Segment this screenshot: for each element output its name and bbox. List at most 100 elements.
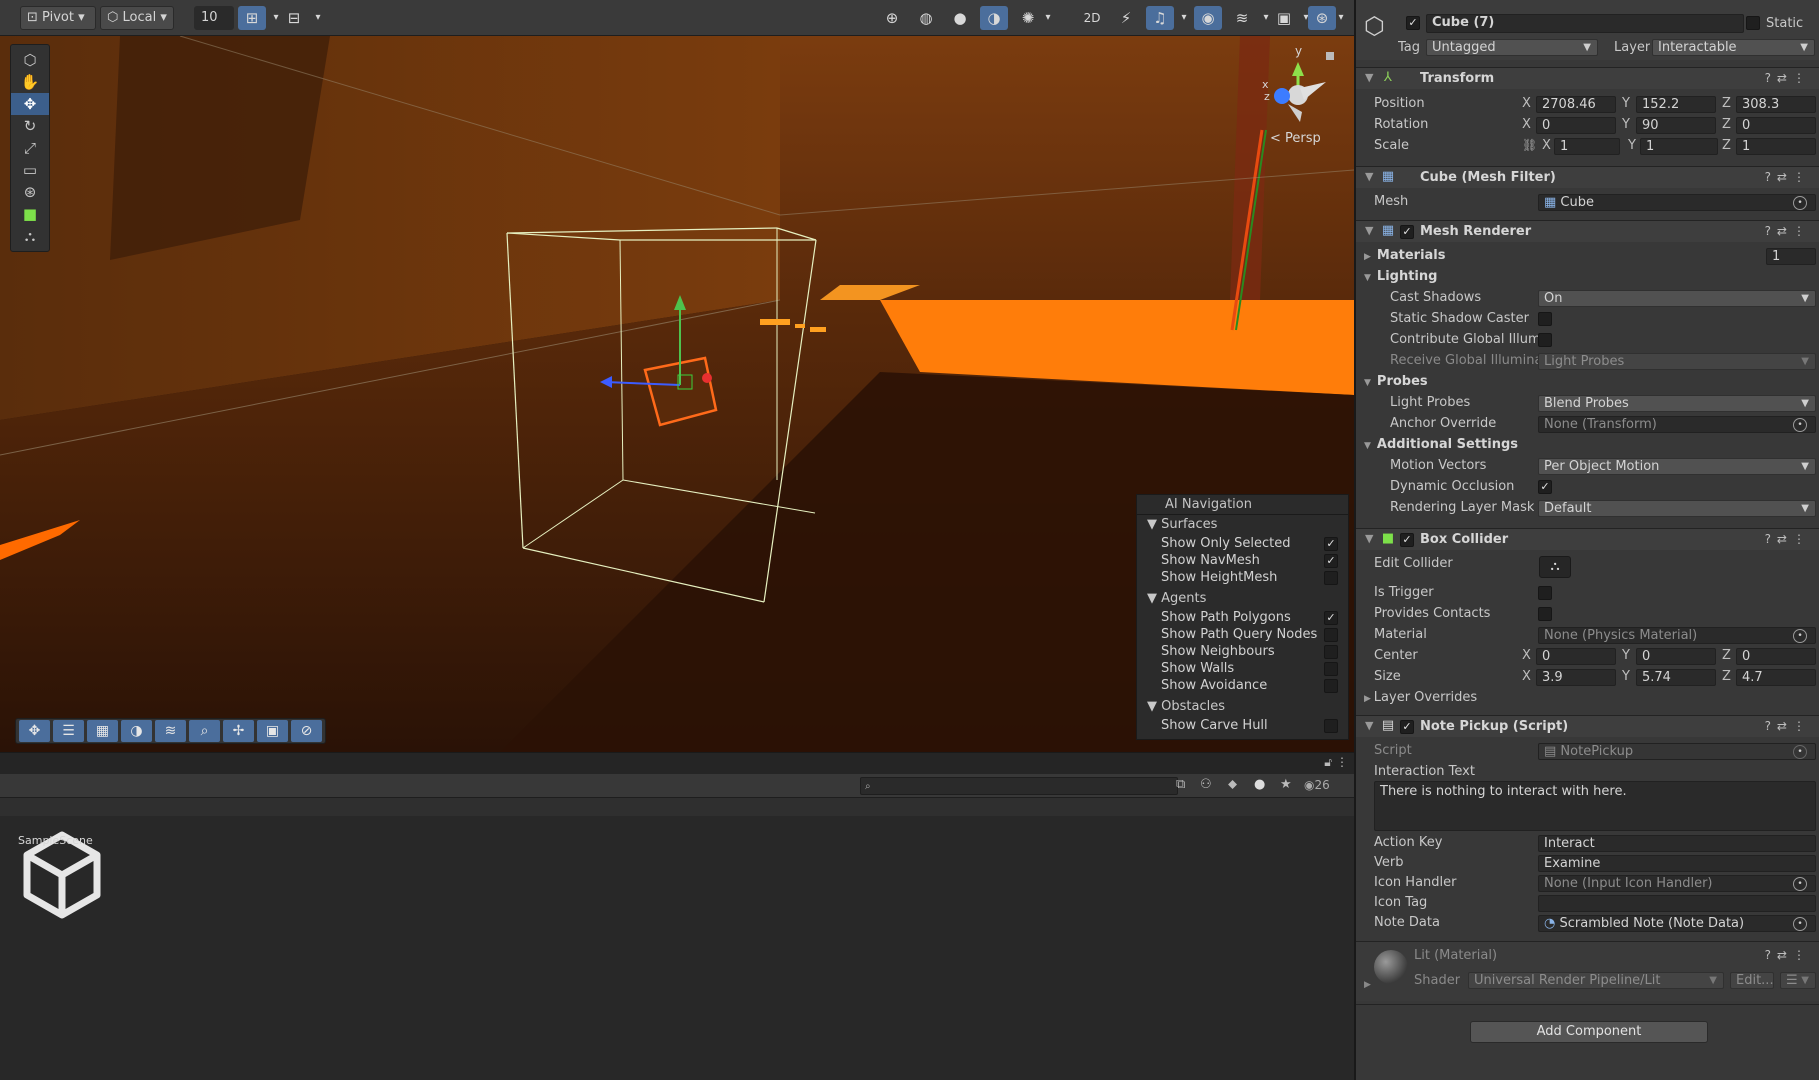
show-navmesh-row[interactable]: Show NavMesh ✓ bbox=[1137, 552, 1348, 569]
scene-visibility-icon[interactable]: ◉ bbox=[1194, 6, 1222, 30]
object-name-field[interactable]: Cube (7) bbox=[1426, 14, 1744, 33]
anchor-override-field[interactable]: None (Transform) • bbox=[1538, 416, 1816, 433]
position-x-field[interactable]: 2708.46 bbox=[1536, 96, 1616, 113]
grid-size-field[interactable]: 10 bbox=[194, 6, 234, 30]
nav-mesh-icon[interactable]: ▦ bbox=[87, 720, 118, 742]
edit-collider-tool-icon[interactable]: ⛬ bbox=[11, 225, 49, 247]
wireframe-icon[interactable]: ◍ bbox=[912, 6, 940, 30]
component-actions[interactable]: ?⇄⋮ bbox=[1765, 532, 1811, 546]
axis-y-label[interactable]: Y bbox=[1628, 138, 1636, 153]
axis-z-label[interactable]: Z bbox=[1722, 648, 1731, 663]
nav-search-icon[interactable]: ⌕ bbox=[189, 720, 220, 742]
show-carve-hull-checkbox[interactable] bbox=[1324, 719, 1338, 733]
tag-dropdown[interactable]: Untagged ▼ bbox=[1426, 39, 1598, 56]
layer-dropdown[interactable]: Interactable ▼ bbox=[1652, 39, 1815, 56]
show-heightmesh-row[interactable]: Show HeightMesh bbox=[1137, 569, 1348, 586]
lock-icon[interactable]: 🔓︎ bbox=[1324, 755, 1332, 770]
obstacles-section[interactable]: ▼ Obstacles bbox=[1137, 697, 1348, 717]
action-key-field[interactable]: Interact bbox=[1538, 835, 1816, 852]
show-path-polygons-checkbox[interactable]: ✓ bbox=[1324, 611, 1338, 625]
cast-shadows-dropdown[interactable]: On ▼ bbox=[1538, 290, 1816, 307]
interaction-text-area[interactable]: There is nothing to interact with here. bbox=[1374, 781, 1816, 831]
mesh-renderer-enabled-checkbox[interactable]: ✓ bbox=[1400, 225, 1414, 239]
gizmo-y-label[interactable]: y bbox=[1295, 44, 1302, 58]
lighting-row[interactable]: Lighting bbox=[1356, 269, 1819, 287]
materials-count-field[interactable]: 1 bbox=[1766, 248, 1816, 265]
axis-x-label[interactable]: X bbox=[1522, 669, 1531, 684]
icon-tag-field[interactable] bbox=[1538, 895, 1816, 912]
collider-material-field[interactable]: None (Physics Material) • bbox=[1538, 627, 1816, 644]
scale-x-field[interactable]: 1 bbox=[1554, 138, 1620, 155]
foldout-arrow-icon[interactable]: ▼ bbox=[1365, 170, 1373, 183]
light-probes-dropdown[interactable]: Blend Probes ▼ bbox=[1538, 395, 1816, 412]
show-walls-row[interactable]: Show Walls bbox=[1137, 660, 1348, 677]
draw-mode-icon[interactable]: ⊕ bbox=[878, 6, 906, 30]
surfaces-section[interactable]: ▼ Surfaces bbox=[1137, 515, 1348, 535]
axis-x-label[interactable]: X bbox=[1522, 117, 1531, 132]
projection-toggle[interactable]: < Persp bbox=[1270, 131, 1321, 146]
nav-agent-icon[interactable]: ✢ bbox=[223, 720, 254, 742]
constrain-proportions-icon[interactable]: ⛓ bbox=[1522, 138, 1537, 152]
component-actions[interactable]: ?⇄⋮ bbox=[1765, 170, 1811, 184]
materials-foldout[interactable]: Materials bbox=[1364, 248, 1446, 263]
scene-view[interactable]: y x z < Persp ⊡ Pivot ▾ ⬡ Local ▾ 10 ⊞ ▾… bbox=[0, 0, 1354, 752]
axis-y-label[interactable]: Y bbox=[1622, 669, 1630, 684]
object-picker-icon[interactable]: • bbox=[1793, 877, 1807, 891]
note-pickup-enabled-checkbox[interactable]: ✓ bbox=[1400, 720, 1414, 734]
show-navmesh-checkbox[interactable]: ✓ bbox=[1324, 554, 1338, 568]
2d-toggle-icon[interactable]: 2D bbox=[1078, 6, 1106, 30]
shaded-wireframe-icon[interactable]: ◑ bbox=[980, 6, 1008, 30]
component-actions[interactable]: ?⇄⋮ bbox=[1765, 71, 1811, 85]
rotation-x-field[interactable]: 0 bbox=[1536, 117, 1616, 134]
axis-y-label[interactable]: Y bbox=[1622, 648, 1630, 663]
rotate-tool-icon[interactable]: ↻ bbox=[11, 115, 49, 137]
axis-z-label[interactable]: Z bbox=[1722, 669, 1731, 684]
axis-z-label[interactable]: Z bbox=[1722, 138, 1731, 153]
show-avoidance-checkbox[interactable] bbox=[1324, 679, 1338, 693]
search-by-label-icon[interactable]: ⚇ bbox=[1200, 777, 1212, 792]
foldout-arrow-icon[interactable]: ▼ bbox=[1365, 224, 1373, 237]
icon-handler-field[interactable]: None (Input Icon Handler) • bbox=[1538, 875, 1816, 892]
object-picker-icon[interactable]: • bbox=[1793, 917, 1807, 931]
transform-tool-icon[interactable]: ⊛ bbox=[11, 181, 49, 203]
tag-icon[interactable]: ⬥ bbox=[1228, 777, 1237, 792]
rotation-y-field[interactable]: 90 bbox=[1636, 117, 1716, 134]
show-avoidance-row[interactable]: Show Avoidance bbox=[1137, 677, 1348, 694]
object-picker-icon[interactable]: • bbox=[1793, 418, 1807, 432]
search-by-type-icon[interactable]: ⧉ bbox=[1176, 777, 1185, 792]
rotation-z-field[interactable]: 0 bbox=[1736, 117, 1816, 134]
nav-compass-icon[interactable]: ⊘ bbox=[291, 720, 322, 742]
box-collider-header[interactable]: ▼ ■ ✓ Box Collider ?⇄⋮ bbox=[1356, 528, 1819, 550]
nav-bake-icon[interactable]: ☰ bbox=[53, 720, 84, 742]
asset-item-samplescene[interactable]: SampleScene bbox=[18, 830, 106, 924]
materials-row[interactable]: Materials 1 bbox=[1356, 248, 1819, 266]
nav-camera-icon[interactable]: ▣ bbox=[257, 720, 288, 742]
scale-tool-icon[interactable]: ⤢ bbox=[11, 137, 49, 159]
static-shadow-checkbox[interactable] bbox=[1538, 312, 1552, 326]
size-y-field[interactable]: 5.74 bbox=[1636, 669, 1716, 686]
axis-x-label[interactable]: X bbox=[1522, 96, 1531, 111]
nav-move-icon[interactable]: ✥ bbox=[19, 720, 50, 742]
nav-sphere-icon[interactable]: ◑ bbox=[121, 720, 152, 742]
material-title[interactable]: Lit (Material) bbox=[1414, 948, 1497, 963]
add-component-button[interactable]: Add Component bbox=[1470, 1021, 1708, 1043]
show-only-selected-checkbox[interactable]: ✓ bbox=[1324, 537, 1338, 551]
object-picker-icon[interactable]: • bbox=[1793, 196, 1807, 210]
component-actions[interactable]: ?⇄⋮ bbox=[1765, 948, 1811, 962]
show-walls-checkbox[interactable] bbox=[1324, 662, 1338, 676]
show-path-query-nodes-checkbox[interactable] bbox=[1324, 628, 1338, 642]
foldout-arrow-icon[interactable]: ▼ bbox=[1365, 719, 1373, 732]
static-checkbox[interactable] bbox=[1746, 16, 1760, 30]
provides-contacts-checkbox[interactable] bbox=[1538, 607, 1552, 621]
rect-tool-icon[interactable]: ▭ bbox=[11, 159, 49, 181]
axis-z-label[interactable]: Z bbox=[1722, 96, 1731, 111]
box-collider-enabled-checkbox[interactable]: ✓ bbox=[1400, 533, 1414, 547]
probes-foldout[interactable]: Probes bbox=[1364, 374, 1428, 389]
show-carve-hull-row[interactable]: Show Carve Hull bbox=[1137, 717, 1348, 734]
shaded-icon[interactable]: ● bbox=[946, 6, 974, 30]
warning-icon[interactable]: ● bbox=[1254, 777, 1265, 792]
position-y-field[interactable]: 152.2 bbox=[1636, 96, 1716, 113]
gizmos-dropdown-icon[interactable]: ▾ bbox=[1330, 6, 1352, 30]
edit-collider-button[interactable]: ⛬ bbox=[1539, 556, 1571, 578]
increment-dropdown-icon[interactable]: ▾ bbox=[304, 6, 332, 30]
